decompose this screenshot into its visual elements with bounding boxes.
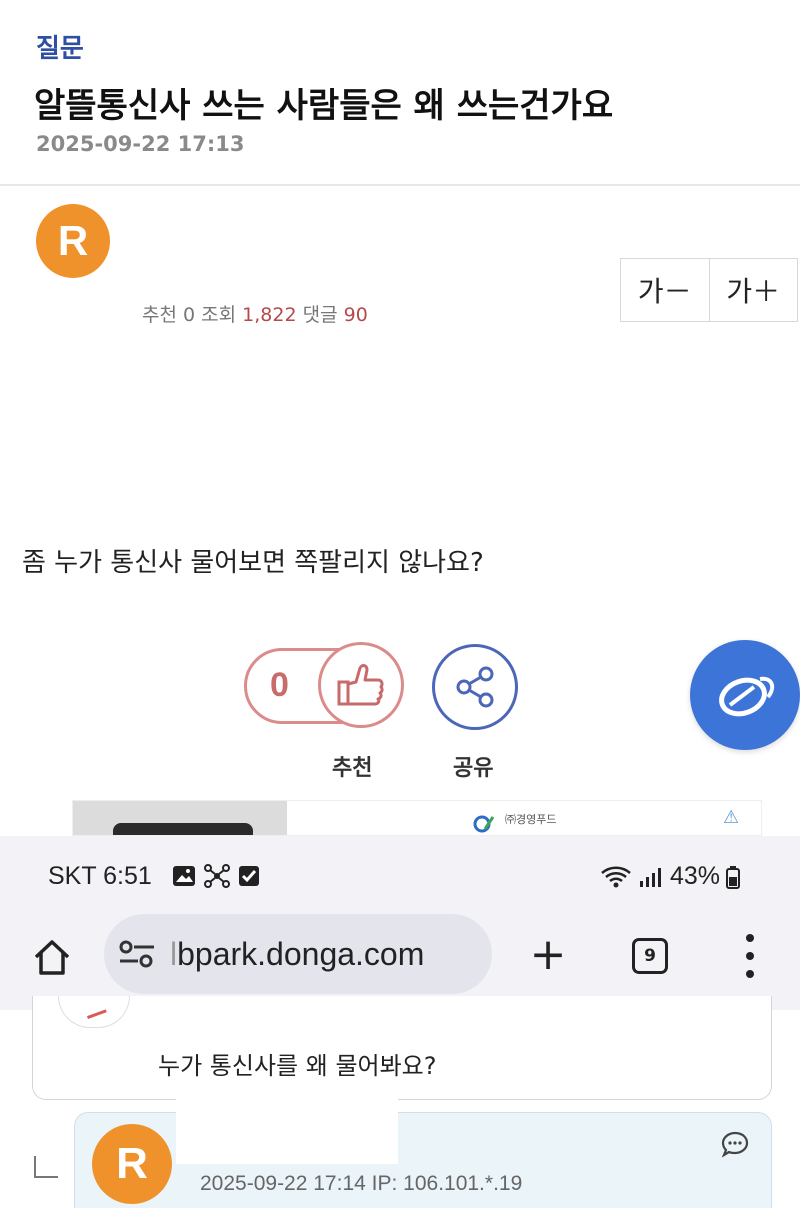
redacted-username <box>130 996 522 1038</box>
reply-comment-icon[interactable] <box>720 1130 750 1158</box>
redacted-reply-username <box>176 1098 398 1164</box>
ad-choices-icon[interactable]: ⚠ <box>723 807 739 828</box>
font-decrease-button[interactable]: 가－ <box>621 259 709 321</box>
views-stat-value: 1,822 <box>242 304 297 326</box>
font-increase-button[interactable]: 가＋ <box>708 259 798 321</box>
url-text[interactable]: lbpark.donga.com <box>170 936 424 973</box>
recommend-count: 0 <box>270 666 289 704</box>
site-settings-icon[interactable] <box>118 939 156 969</box>
more-vert-icon[interactable] <box>740 934 760 978</box>
new-tab-button[interactable]: + <box>526 930 570 980</box>
reply-author-avatar[interactable]: R <box>92 1124 172 1204</box>
comment-text: 누가 통신사를 왜 물어봐요? <box>158 1052 437 1080</box>
signal-icon <box>640 867 661 887</box>
views-stat-label: 조회 <box>201 304 237 326</box>
address-bar[interactable]: lbpark.donga.com <box>104 914 492 994</box>
status-icons-right: 43% <box>600 862 741 891</box>
wifi-icon <box>601 866 631 887</box>
floating-action-button[interactable] <box>690 640 800 750</box>
share-button[interactable] <box>432 644 518 730</box>
battery-icon <box>726 865 741 889</box>
comments-stat-label: 댓글 <box>302 304 338 326</box>
carrier-time: SKT 6:51 <box>48 862 152 890</box>
author-avatar[interactable]: R <box>36 204 110 278</box>
battery-percentage: 43% <box>670 862 721 890</box>
url-domain: bpark.donga.com <box>177 935 425 972</box>
post-body: 좀 누가 통신사 물어보면 쪽팔리지 않나요? <box>22 548 484 578</box>
recommend-stat-label: 추천 <box>142 304 177 326</box>
share-icon <box>456 666 494 708</box>
home-icon[interactable] <box>30 935 74 979</box>
floating-logo-icon <box>719 676 775 717</box>
reply-indent-icon <box>34 1156 58 1178</box>
network-notification-icon <box>204 864 230 888</box>
recommend-label: 추천 <box>332 756 373 781</box>
share-label: 공유 <box>453 756 494 781</box>
recommend-icon-button[interactable] <box>318 642 404 728</box>
status-icons-left <box>172 862 260 890</box>
gallery-notification-icon <box>173 866 195 886</box>
checkbox-notification-icon <box>239 866 259 886</box>
header-divider <box>0 184 800 186</box>
ad-logo-icon <box>473 815 495 833</box>
recommend-stat-value: 0 <box>183 304 196 326</box>
thumbs-up-icon <box>337 664 384 706</box>
post-title: 알뜰통신사 쓰는 사람들은 왜 쓰는건가요 <box>34 86 614 126</box>
font-size-control: 가－ 가＋ <box>620 258 798 322</box>
ad-image <box>73 801 287 835</box>
reply-meta: 2025-09-22 17:14 IP: 106.101.*.19 <box>200 1172 523 1195</box>
post-stats: 추천 0 조회 1,822 댓글 90 <box>142 300 368 327</box>
tab-switcher-button[interactable]: 9 <box>632 938 668 974</box>
advertisement-banner[interactable]: ㈜경영푸드 ⚠ <box>72 800 762 836</box>
ad-brand-text: ㈜경영푸드 <box>505 813 557 826</box>
comments-stat-value: 90 <box>343 304 368 326</box>
post-category[interactable]: 질문 <box>36 28 84 65</box>
post-datetime: 2025-09-22 17:13 <box>36 132 245 156</box>
